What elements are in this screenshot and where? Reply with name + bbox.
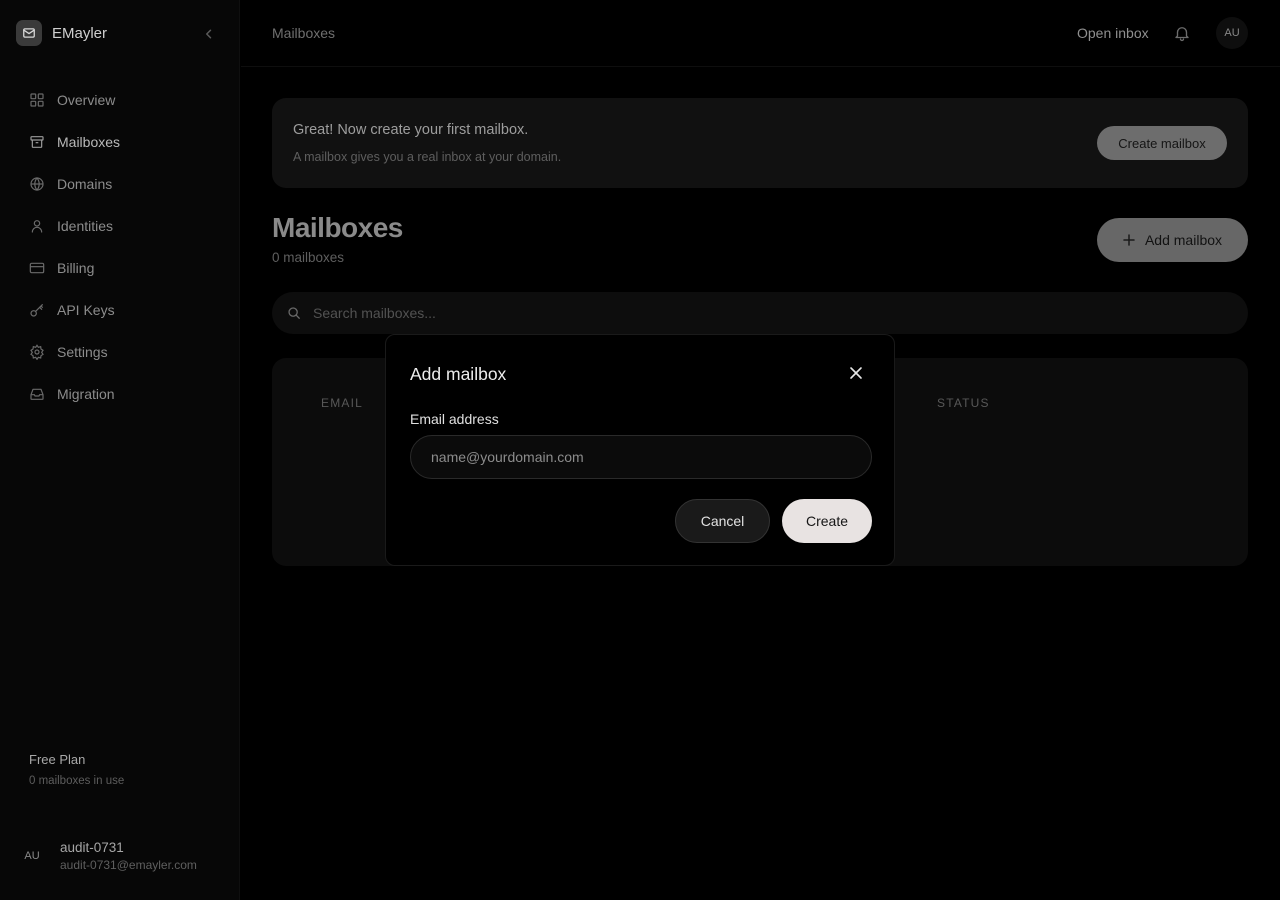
sidebar-item-label: Overview [57,92,116,108]
sidebar-item-label: Identities [57,218,114,234]
breadcrumb: Mailboxes [272,25,336,41]
sidebar-item-migration[interactable]: Migration [16,373,224,415]
sidebar-item-label: Billing [57,260,95,276]
search-placeholder: Search mailboxes... [313,305,436,321]
plus-icon [1123,234,1135,246]
user-icon [28,217,46,235]
app-root: EMayler Overview Mailboxes Domains Ident… [0,0,1280,900]
sidebar-item-mailboxes[interactable]: Mailboxes [16,121,224,163]
close-icon[interactable] [849,366,863,380]
sidebar-item-api-keys[interactable]: API Keys [16,289,224,331]
inbox-icon [28,385,46,403]
email-field-label: Email address [410,411,499,427]
plan-card: Free Plan 0 mailboxes in use [14,744,226,802]
create-mailbox-button[interactable]: Create mailbox [1097,126,1227,160]
mail-icon [16,20,42,46]
column-header-email: EMAIL [321,396,364,410]
column-header-status: STATUS [937,396,990,410]
plan-title: Free Plan [29,752,86,767]
search-icon [287,306,301,320]
bell-icon[interactable] [1173,24,1191,42]
create-button[interactable]: Create [782,499,872,543]
email-field[interactable] [410,435,872,479]
credit-card-icon [28,259,46,277]
sidebar-item-overview[interactable]: Overview [16,79,224,121]
topbar: Mailboxes Open inbox AU [241,0,1280,67]
user-profile[interactable]: AU audit-0731 audit-0731@emayler.com [16,840,197,872]
user-name: audit-0731 [60,840,124,855]
banner-subtitle: A mailbox gives you a real inbox at your… [293,150,562,164]
chevron-left-icon[interactable] [200,25,218,43]
sidebar-item-label: Domains [57,176,113,192]
sidebar: EMayler Overview Mailboxes Domains Ident… [0,0,240,900]
user-email: audit-0731@emayler.com [60,858,197,872]
mailbox-count: 0 mailboxes [272,250,345,265]
brand-name: EMayler [52,24,108,42]
sidebar-item-identities[interactable]: Identities [16,205,224,247]
sidebar-item-label: Settings [57,344,108,360]
search-input[interactable]: Search mailboxes... [272,292,1248,334]
archive-icon [28,133,46,151]
sidebar-item-domains[interactable]: Domains [16,163,224,205]
sidebar-item-label: Migration [57,386,115,402]
sidebar-item-billing[interactable]: Billing [16,247,224,289]
sidebar-item-label: Mailboxes [57,134,121,150]
grid-icon [28,91,46,109]
key-icon [28,301,46,319]
page-title: Mailboxes [272,212,403,243]
open-inbox-link[interactable]: Open inbox [1077,25,1149,41]
onboarding-banner: Great! Now create your first mailbox. A … [272,98,1248,188]
brand[interactable]: EMayler [16,20,107,46]
sidebar-nav: Overview Mailboxes Domains Identities Bi… [16,79,224,415]
gear-icon [28,343,46,361]
sidebar-item-label: API Keys [57,302,115,318]
banner-title: Great! Now create your first mailbox. [293,122,529,138]
add-mailbox-label: Add mailbox [1144,232,1223,248]
globe-icon [28,175,46,193]
sidebar-item-settings[interactable]: Settings [16,331,224,373]
plan-usage: 0 mailboxes in use [29,775,125,787]
add-mailbox-button[interactable]: Add mailbox [1097,218,1248,262]
cancel-button[interactable]: Cancel [675,499,770,543]
avatar: AU [24,850,40,862]
avatar[interactable]: AU [1216,17,1248,49]
dialog-title: Add mailbox [410,364,507,384]
add-mailbox-dialog: Add mailbox Email address Cancel Create [385,334,895,566]
